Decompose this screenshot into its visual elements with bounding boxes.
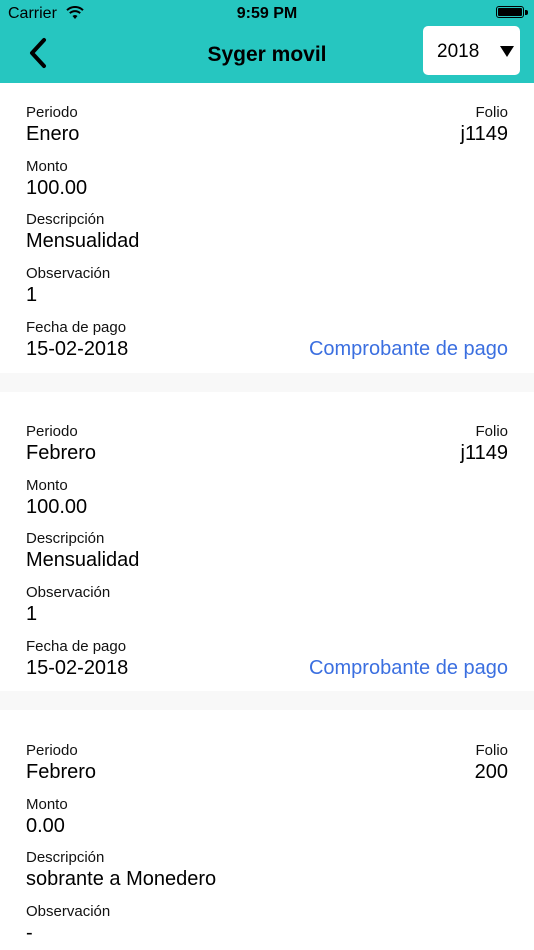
monto-value: 100.00: [26, 496, 88, 518]
folio-value: j1149: [460, 442, 508, 464]
observacion-value: -: [26, 922, 33, 944]
folio-value: 200: [474, 761, 508, 783]
descripcion-value: sobrante a Monedero: [26, 868, 217, 890]
comprobante-link[interactable]: Comprobante de pago: [309, 338, 508, 361]
periodo-value: Enero: [26, 123, 80, 145]
observacion-label: Observación: [26, 265, 111, 282]
card-separator: [0, 373, 534, 392]
fecha-pago-value: 15-02-2018: [26, 338, 129, 360]
folio-label: Folio: [475, 423, 508, 440]
folio-label: Folio: [475, 104, 508, 121]
year-dropdown-value: 2018: [437, 41, 480, 62]
folio-value: j1149: [460, 123, 508, 145]
payment-card: Periodo Febrero Folio 200 Monto 0.00 Des…: [0, 710, 534, 950]
year-dropdown[interactable]: 2018: [423, 26, 520, 75]
comprobante-link[interactable]: Comprobante de pago: [309, 657, 508, 680]
folio-label: Folio: [475, 742, 508, 759]
periodo-value: Febrero: [26, 761, 97, 783]
periodo-label: Periodo: [26, 104, 78, 121]
descripcion-label: Descripción: [26, 530, 105, 547]
card-separator: [0, 691, 534, 710]
clock: 9:59 PM: [236, 5, 298, 22]
monto-label: Monto: [26, 477, 68, 494]
periodo-label: Periodo: [26, 423, 78, 440]
payment-card: Periodo Febrero Folio j1149 Monto 100.00…: [0, 392, 534, 691]
descripcion-value: Mensualidad: [26, 230, 140, 252]
observacion-value: 1: [26, 603, 38, 625]
periodo-label: Periodo: [26, 742, 78, 759]
monto-label: Monto: [26, 158, 68, 175]
descripcion-value: Mensualidad: [26, 549, 140, 571]
monto-value: 0.00: [26, 815, 65, 837]
fecha-pago-value: 15-02-2018: [26, 657, 129, 679]
fecha-pago-label: Fecha de pago: [26, 638, 127, 655]
observacion-label: Observación: [26, 584, 111, 601]
observacion-label: Observación: [26, 903, 111, 920]
monto-label: Monto: [26, 796, 68, 813]
status-bar: Carrier 9:59 PM: [0, 0, 534, 28]
navigation-bar: Carrier 9:59 PM Syger movil 2018: [0, 0, 534, 83]
descripcion-label: Descripción: [26, 211, 105, 228]
monto-value: 100.00: [26, 177, 88, 199]
chevron-down-icon: [500, 46, 514, 57]
observacion-value: 1: [26, 284, 38, 306]
descripcion-label: Descripción: [26, 849, 105, 866]
battery-icon: [496, 6, 528, 18]
periodo-value: Febrero: [26, 442, 97, 464]
fecha-pago-label: Fecha de pago: [26, 319, 127, 336]
payment-card: Periodo Enero Folio j1149 Monto 100.00 D…: [0, 83, 534, 373]
